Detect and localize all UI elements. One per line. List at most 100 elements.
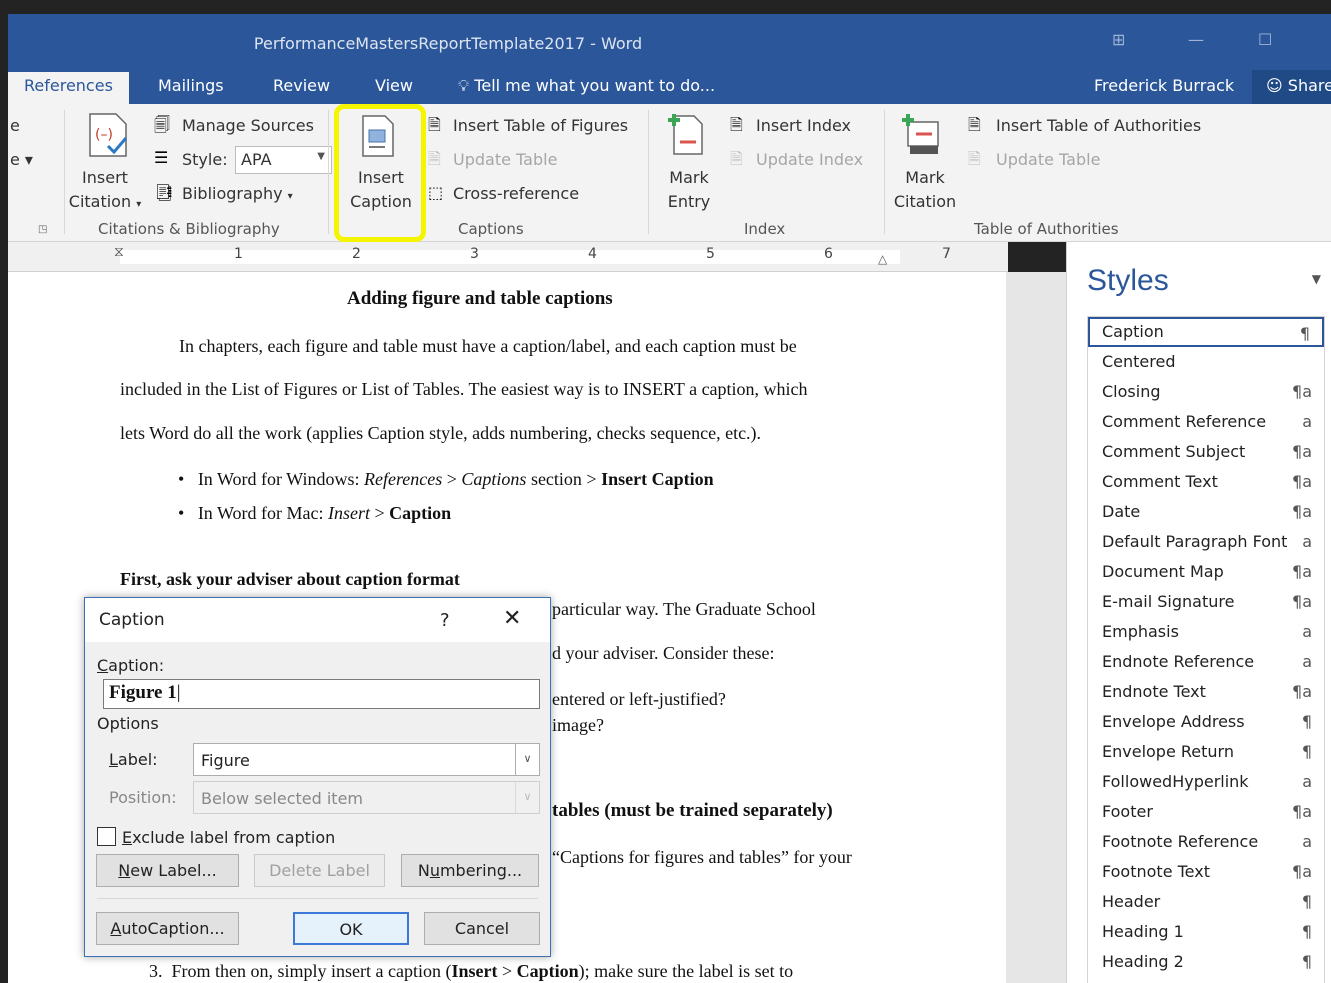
style-type-icon: a [1302,772,1312,791]
style-item[interactable]: Envelope Address ¶ [1088,707,1324,737]
style-item[interactable]: Comment Subject ¶a [1088,437,1324,467]
style-item[interactable]: Comment Reference a [1088,407,1324,437]
style-item-name: E-mail Signature [1102,592,1235,611]
style-type-icon: ¶ [1301,892,1312,911]
insert-index-icon: 🗎︎ [730,115,743,134]
doc-bullet-mac: • In Word for Mac: Insert > Caption [178,503,452,523]
user-name[interactable]: Frederick Burrack [1094,76,1234,95]
style-item-name: Heading 2 [1102,952,1184,971]
window-title: PerformanceMastersReportTemplate2017 - W… [253,34,643,53]
tab-references[interactable]: References [8,72,129,104]
index-group-label: Index [744,220,786,238]
tab-review[interactable]: Review [273,76,330,95]
manage-sources-icon: 🗐 [154,115,170,134]
style-item[interactable]: Heading 2 ¶ [1088,947,1324,977]
chevron-down-icon: ▼ [317,151,325,162]
label-label: Label: [109,750,158,769]
style-item[interactable]: Centered [1088,347,1324,377]
style-item-name: Envelope Address [1102,712,1245,731]
style-item[interactable]: Date ¶a [1088,497,1324,527]
exclude-label-checkbox[interactable] [97,827,116,846]
mark-citation-button[interactable]: Mark Citation [884,166,966,214]
numbering-button[interactable]: Numbering... [401,854,539,887]
close-icon[interactable]: ✕ [503,606,521,631]
style-item[interactable]: FollowedHyperlink a [1088,767,1324,797]
maximize-icon[interactable]: ☐ [1258,30,1272,49]
insert-table-of-figures-button[interactable]: Insert Table of Figures [453,116,628,135]
update-table-button[interactable]: Update Table [453,150,557,169]
style-item[interactable]: Document Map ¶a [1088,557,1324,587]
style-item[interactable]: Footer ¶a [1088,797,1324,827]
ruler-number: 1 [234,246,243,262]
style-item[interactable]: Endnote Text ¶a [1088,677,1324,707]
citations-group-label: Citations & Bibliography [98,220,280,238]
chevron-down-icon[interactable]: ▼ [1312,272,1321,286]
style-type-icon: ¶a [1292,682,1312,701]
insert-index-button[interactable]: Insert Index [756,116,851,135]
style-item[interactable]: Heading 1 ¶ [1088,917,1324,947]
delete-label-button[interactable]: Delete Label [254,854,385,887]
ribbon-display-options-icon[interactable]: ⊞ [1112,30,1125,49]
captions-group-label: Captions [458,220,524,238]
cross-reference-button[interactable]: Cross-reference [453,184,579,203]
indent-marker-icon[interactable]: ⧖ [114,244,124,260]
tab-mailings[interactable]: Mailings [158,76,224,95]
style-item-name: Footer [1102,802,1153,821]
style-item[interactable]: Footnote Text ¶a [1088,857,1324,887]
caption-label: Caption: [97,656,165,675]
style-item-name: Endnote Reference [1102,652,1255,671]
insert-table-of-authorities-button[interactable]: Insert Table of Authorities [996,116,1201,135]
update-index-button[interactable]: Update Index [756,150,863,169]
ruler-number: 2 [352,246,361,262]
label-dropdown[interactable]: Figure ∨ [193,743,540,776]
tell-me-text: Tell me what you want to do... [474,76,716,95]
style-item[interactable]: Emphasis a [1088,617,1324,647]
style-item-name: Centered [1102,352,1176,371]
doc-text-fragment: entered or left-justified? [552,689,726,709]
new-label-button[interactable]: New Label... [96,854,239,887]
update-table-icon: 🗎︎ [428,149,441,168]
bibliography-button[interactable]: Bibliography ▾ [182,184,293,203]
style-item-name: Document Map [1102,562,1224,581]
cross-reference-icon: ⬚ [428,183,444,202]
style-item[interactable]: Closing ¶a [1088,377,1324,407]
style-item[interactable]: Default Paragraph Font a [1088,527,1324,557]
ruler-number: 5 [706,246,715,262]
share-button[interactable]: ☺ Share [1252,70,1331,104]
doc-text-fragment: d your adviser. Consider these: [552,643,775,663]
right-indent-marker-icon[interactable]: △ [878,252,887,266]
style-item[interactable]: Envelope Return ¶ [1088,737,1324,767]
cancel-button[interactable]: Cancel [424,912,540,945]
style-dropdown[interactable]: APA ▼ [235,146,332,174]
dialog-title: Caption [85,598,550,642]
style-item[interactable]: Endnote Reference a [1088,647,1324,677]
update-index-icon: 🗎︎ [730,149,743,168]
doc-heading: Adding figure and table captions [347,288,613,309]
caption-input[interactable]: Figure 1| [103,679,540,709]
style-item[interactable]: Header ¶ [1088,887,1324,917]
doc-text-fragment: tables (must be trained separately) [552,800,833,821]
insert-citation-button[interactable]: Insert Citation ▾ [58,166,152,217]
style-item[interactable]: E-mail Signature ¶a [1088,587,1324,617]
minimize-icon[interactable]: — [1188,30,1204,49]
style-type-icon: a [1302,412,1312,431]
ok-button[interactable]: OK [293,912,409,945]
mark-entry-button[interactable]: Mark Entry [656,166,722,214]
help-icon[interactable]: ? [440,610,450,631]
horizontal-ruler[interactable]: 1 2 3 4 5 6 7 ⧖ △ [8,242,1008,272]
tell-me-box[interactable]: 💡︎ Tell me what you want to do... [458,76,715,96]
style-item[interactable]: Caption ¶ [1088,317,1324,347]
doc-paragraph-line: In chapters, each figure and table must … [179,336,797,356]
tab-view[interactable]: View [375,76,413,95]
update-toa-button[interactable]: Update Table [996,150,1100,169]
style-item[interactable]: Comment Text ¶a [1088,467,1324,497]
ruler-number: 4 [588,246,597,262]
manage-sources-button[interactable]: Manage Sources [182,116,314,135]
doc-bullet-windows: • In Word for Windows: References > Capt… [178,469,714,489]
autocaption-button[interactable]: AutoCaption... [96,912,239,945]
style-item[interactable]: Footnote Reference a [1088,827,1324,857]
dialog-launcher-icon[interactable]: ◳ [38,224,47,235]
position-dropdown[interactable]: Below selected item ∨ [193,781,540,814]
styles-pane: Styles ▼ Caption ¶ Centered Closing ¶a Commen… [1066,242,1331,983]
title-bar: PerformanceMastersReportTemplate2017 - W… [8,14,1331,70]
